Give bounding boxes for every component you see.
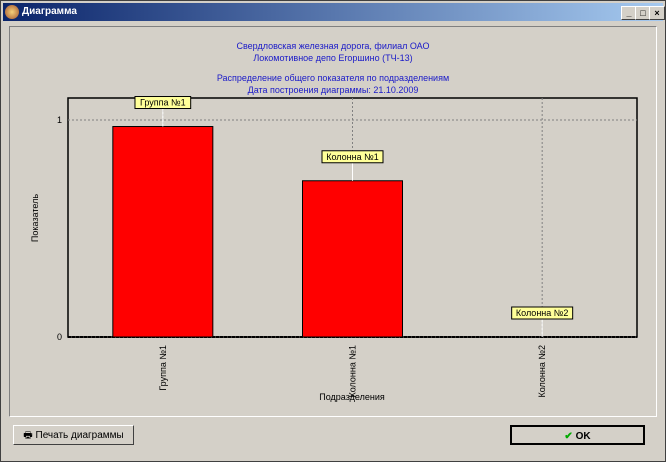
x-tick-label: Колонна №1 [348,345,358,398]
print-chart-button[interactable]: 🖶 Печать диаграммы [13,425,134,445]
x-axis-title: Подразделения [319,392,385,402]
bar [112,126,214,338]
y-tick-label: 1 [57,115,62,125]
x-tick-label: Группа №1 [158,345,168,391]
data-label: Колонна №1 [326,152,379,162]
x-tick-label: Колонна №2 [537,345,547,398]
y-axis-title: Показатель [30,194,40,242]
printer-icon: 🖶 [23,430,33,441]
ok-button[interactable]: ✔ OK [510,425,645,445]
bar-chart: 1 0 Группа №1 Группа №1 Колонна №1 Колонна №1… [30,96,638,402]
data-label: Группа №1 [140,98,186,108]
data-label: Колонна №2 [516,308,569,318]
bar [302,180,403,338]
y-tick-label: 0 [57,332,62,342]
ok-label: OK [575,431,591,442]
checkmark-icon: ✔ [564,431,573,442]
print-label: Печать диаграммы [35,430,124,441]
